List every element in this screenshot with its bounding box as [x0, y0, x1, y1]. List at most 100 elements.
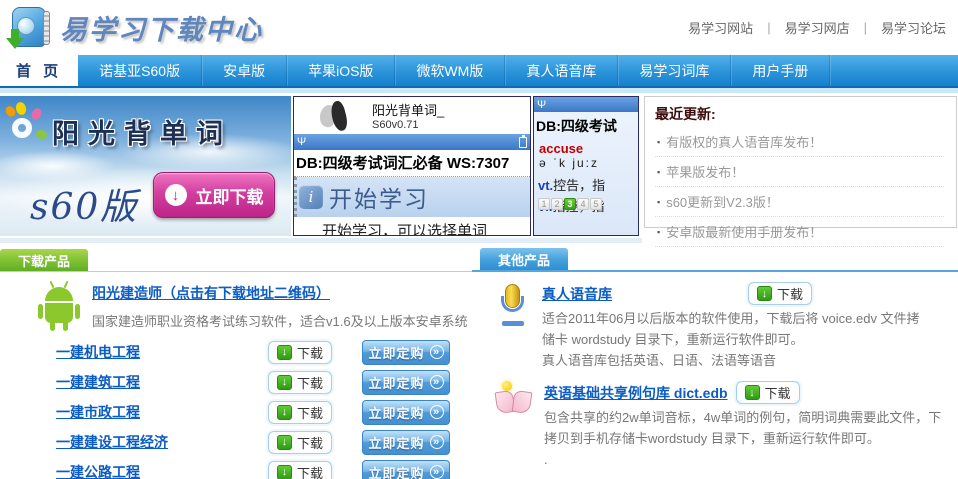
download-arrow-icon: ↓: [277, 435, 292, 450]
nav-tab-voice[interactable]: 真人语音库: [505, 55, 618, 86]
update-item[interactable]: 苹果版发布！: [655, 157, 944, 187]
recent-updates-panel: 最近更新: 有版权的真人语音库发布！ 苹果版发布！ s60更新到V2.3版！ 安…: [644, 96, 957, 228]
row-link[interactable]: 一建市政工程: [56, 402, 268, 422]
row-link[interactable]: 一建公路工程: [56, 462, 268, 479]
order-now-button[interactable]: 立即定购 »: [362, 430, 450, 455]
update-item[interactable]: s60更新到V2.3版！: [655, 187, 944, 217]
sun-logo-icon: [4, 102, 52, 150]
download-row: 一建建设工程经济 ↓ 下载 立即定购 »: [56, 427, 472, 457]
promo-banner[interactable]: 阳光背单词 s60版 ↓ 立即下载: [0, 96, 291, 236]
others-section-header: 其他产品: [472, 248, 958, 272]
page-button-5[interactable]: 5: [590, 198, 602, 210]
nav-tab-home[interactable]: 首 页: [0, 55, 78, 86]
link-separator: |: [864, 20, 867, 35]
featured-product: 阳光建造师（点击有下载地址二维码） 国家建造师职业资格考试练习软件，适合v1.6…: [0, 272, 472, 335]
menu-item-label: 开始学习: [329, 180, 429, 214]
schoolbag-logo-icon: [6, 5, 52, 51]
download-row: 一建机电工程 ↓ 下载 立即定购 »: [56, 337, 472, 367]
menu-selected-row: i 开始学习: [294, 177, 530, 217]
app-title: 阳光背单词_: [372, 100, 530, 119]
nav-bottom-strip: [0, 88, 958, 93]
download-row: 一建市政工程 ↓ 下载 立即定购 »: [56, 397, 472, 427]
top-header: 易学习下载中心 易学习网站 | 易学习网店 | 易学习论坛: [0, 0, 958, 55]
download-arrow-icon: ↓: [277, 375, 292, 390]
order-now-button[interactable]: 立即定购 »: [362, 370, 450, 395]
pagination: 1 2 3 4 5: [538, 198, 602, 210]
phone-status-bar: Ψ: [294, 134, 530, 150]
other-desc-line: .: [544, 450, 958, 471]
product-title-link[interactable]: 阳光建造师（点击有下载地址二维码）: [92, 285, 330, 301]
section-tab-downloads[interactable]: 下载产品: [0, 249, 88, 271]
hero-bottom-strip: [0, 238, 642, 243]
nav-tab-wm[interactable]: 微软WM版: [395, 55, 505, 86]
other-desc-line: 真人语音库包括英语、日语、法语等语音: [542, 351, 958, 372]
word-meaning-1: vt.控告，指: [534, 178, 638, 194]
download-rows: 一建机电工程 ↓ 下载 立即定购 » 一建建筑工程 ↓ 下载: [0, 335, 472, 479]
app-screenshot-2: Ψ DB:四级考试 accuse ə ˈk ju:z vt.控告，指 vi.指控…: [533, 96, 639, 236]
download-button[interactable]: ↓ 下载: [268, 461, 332, 479]
download-button[interactable]: ↓ 下载: [268, 371, 332, 394]
section-tab-others[interactable]: 其他产品: [480, 248, 568, 270]
download-row: 一建公路工程 ↓ 下载 立即定购 »: [56, 457, 472, 479]
download-arrow-icon: ↓: [165, 184, 187, 206]
promo-title: 阳光背单词: [52, 112, 232, 151]
content-area: 下载产品 阳光建造师（点击有下载地址二维码） 国家建造师职业资格考试练习软件，适…: [0, 248, 958, 479]
order-now-button[interactable]: 立即定购 »: [362, 340, 450, 365]
download-button[interactable]: ↓ 下载: [268, 401, 332, 424]
download-button[interactable]: ↓ 下载: [736, 381, 800, 404]
download-button[interactable]: ↓ 下载: [268, 431, 332, 454]
battery-icon: [519, 137, 527, 148]
other-title-link[interactable]: 真人语音库: [542, 284, 740, 304]
link-separator: |: [767, 20, 770, 35]
nav-tab-android[interactable]: 安卓版: [202, 55, 287, 86]
book-icon: [494, 381, 534, 419]
page-button-2[interactable]: 2: [551, 198, 563, 210]
other-product-voice: 真人语音库 ↓ 下载 适合2011年06月以后版本的软件使用，下载后将 voic…: [472, 272, 958, 371]
row-link[interactable]: 一建建设工程经济: [56, 432, 268, 452]
other-product-tool: w 阳光背单词词库制作工具 UTF8 ↓ 下载: [472, 471, 958, 479]
nav-tab-s60[interactable]: 诺基亚S60版: [78, 55, 202, 86]
other-desc-line: 适合2011年06月以后版本的软件使用，下载后将 voice.edv 文件拷: [542, 309, 958, 330]
top-link-website[interactable]: 易学习网站: [688, 18, 753, 37]
main-nav: 首 页 诺基亚S60版 安卓版 苹果iOS版 微软WM版 真人语音库 易学习词库…: [0, 55, 958, 88]
download-arrow-icon: ↓: [277, 345, 292, 360]
nav-tab-manual[interactable]: 用户手册: [731, 55, 830, 86]
update-item[interactable]: 有版权的真人语音库发布！: [655, 127, 944, 157]
site-logo[interactable]: 易学习下载中心: [6, 5, 263, 51]
page-button-1[interactable]: 1: [538, 198, 550, 210]
word-headword: accuse: [534, 142, 638, 156]
other-product-dict: 英语基础共享例句库 dict.edb ↓ 下载 包含共享的约2w单词音标，4w单…: [472, 371, 958, 470]
order-now-button[interactable]: 立即定购 »: [362, 460, 450, 479]
nav-tab-dict[interactable]: 易学习词库: [618, 55, 731, 86]
download-button[interactable]: ↓ 下载: [748, 282, 812, 305]
app-version: S60v0.71: [372, 119, 530, 131]
row-link[interactable]: 一建机电工程: [56, 342, 268, 362]
nav-tab-ios[interactable]: 苹果iOS版: [287, 55, 395, 86]
download-arrow-icon: ↓: [277, 465, 292, 479]
row-link[interactable]: 一建建筑工程: [56, 372, 268, 392]
banner-download-button[interactable]: ↓ 立即下载: [153, 172, 275, 218]
phone-status-bar: Ψ: [534, 97, 638, 112]
info-icon: i: [299, 185, 323, 209]
chevron-right-icon: »: [430, 435, 444, 449]
db-info-line: DB:四级考试词汇必备 WS:7307: [294, 150, 530, 177]
top-link-forum[interactable]: 易学习论坛: [881, 18, 946, 37]
app-logo-icon: [320, 101, 364, 131]
page-button-3-active[interactable]: 3: [564, 198, 576, 210]
page: 易学习下载中心 易学习网站 | 易学习网店 | 易学习论坛 首 页 诺基亚S60…: [0, 0, 958, 479]
page-button-4[interactable]: 4: [577, 198, 589, 210]
chevron-right-icon: »: [430, 345, 444, 359]
others-column: 其他产品 真人语音库 ↓ 下载 适合2011年06月以后版本的软件使用，下载后将…: [472, 248, 958, 479]
app-screenshot-1: 阳光背单词_ S60v0.71 Ψ DB:四级考试词汇必备 WS:7307 i …: [293, 96, 531, 236]
top-link-store[interactable]: 易学习网店: [785, 18, 850, 37]
menu-item-desc: 开始学习，可以选择单词: [294, 217, 530, 236]
downloads-column: 下载产品 阳光建造师（点击有下载地址二维码） 国家建造师职业资格考试练习软件，适…: [0, 248, 472, 479]
other-title-link[interactable]: 英语基础共享例句库 dict.edb: [544, 383, 728, 403]
download-button[interactable]: ↓ 下载: [268, 341, 332, 364]
other-desc-line: 储卡 wordstudy 目录下，重新运行软件即可。: [542, 330, 958, 351]
screenshot1-header: 阳光背单词_ S60v0.71: [294, 97, 530, 134]
order-now-button[interactable]: 立即定购 »: [362, 400, 450, 425]
update-item[interactable]: 安卓版最新使用手册发布！: [655, 217, 944, 247]
download-arrow-icon: ↓: [745, 385, 760, 400]
promo-bottom: s60版 ↓ 立即下载: [0, 172, 291, 228]
